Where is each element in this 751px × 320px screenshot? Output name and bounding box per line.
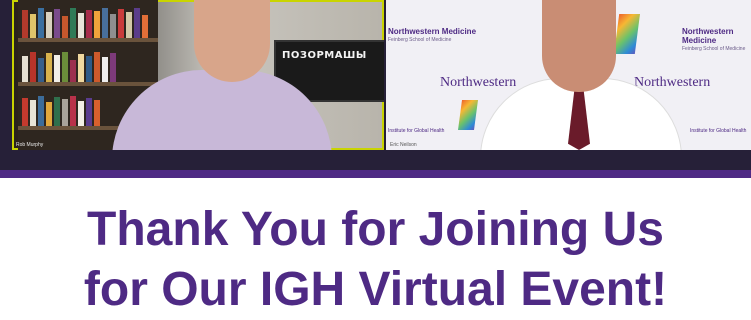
participant-name-label: Eric Neilson bbox=[390, 142, 417, 148]
purple-divider bbox=[0, 170, 751, 178]
northwestern-medicine-logo-2: Northwestern Medicine Feinberg School of… bbox=[682, 27, 751, 54]
thank-you-heading: Thank You for Joining Us for Our IGH Vir… bbox=[0, 200, 751, 320]
northwestern-medicine-logo: Northwestern Medicine Feinberg School of… bbox=[388, 27, 476, 45]
institute-label-2: Institute for Global Health bbox=[690, 128, 747, 134]
video-gallery: ПОЗОРМАШЫ Rob Murphy Northwestern Medici… bbox=[0, 0, 751, 178]
logo-subtitle-2: Feinberg School of Medicine bbox=[682, 46, 746, 52]
participant-name-label: Rob Murphy bbox=[16, 142, 44, 148]
participant-video bbox=[112, 0, 332, 150]
participant-video bbox=[476, 0, 686, 150]
igh-stripe-mark-2 bbox=[458, 100, 478, 130]
participant-head bbox=[542, 0, 616, 92]
heading-line-2: for Our IGH Virtual Event! bbox=[83, 263, 668, 316]
logo-name-2: Northwestern Medicine bbox=[682, 27, 734, 45]
logo-name: Northwestern Medicine bbox=[388, 27, 477, 36]
video-tile-right[interactable]: Northwestern Medicine Feinberg School of… bbox=[386, 0, 751, 150]
logo-subtitle: Feinberg School of Medicine bbox=[388, 37, 452, 43]
heading-line-1: Thank You for Joining Us bbox=[87, 203, 664, 256]
institute-label: Institute for Global Health bbox=[388, 128, 445, 134]
participant-shirt bbox=[112, 70, 332, 150]
video-tile-left[interactable]: ПОЗОРМАШЫ Rob Murphy bbox=[12, 0, 384, 150]
participant-head bbox=[194, 0, 270, 82]
